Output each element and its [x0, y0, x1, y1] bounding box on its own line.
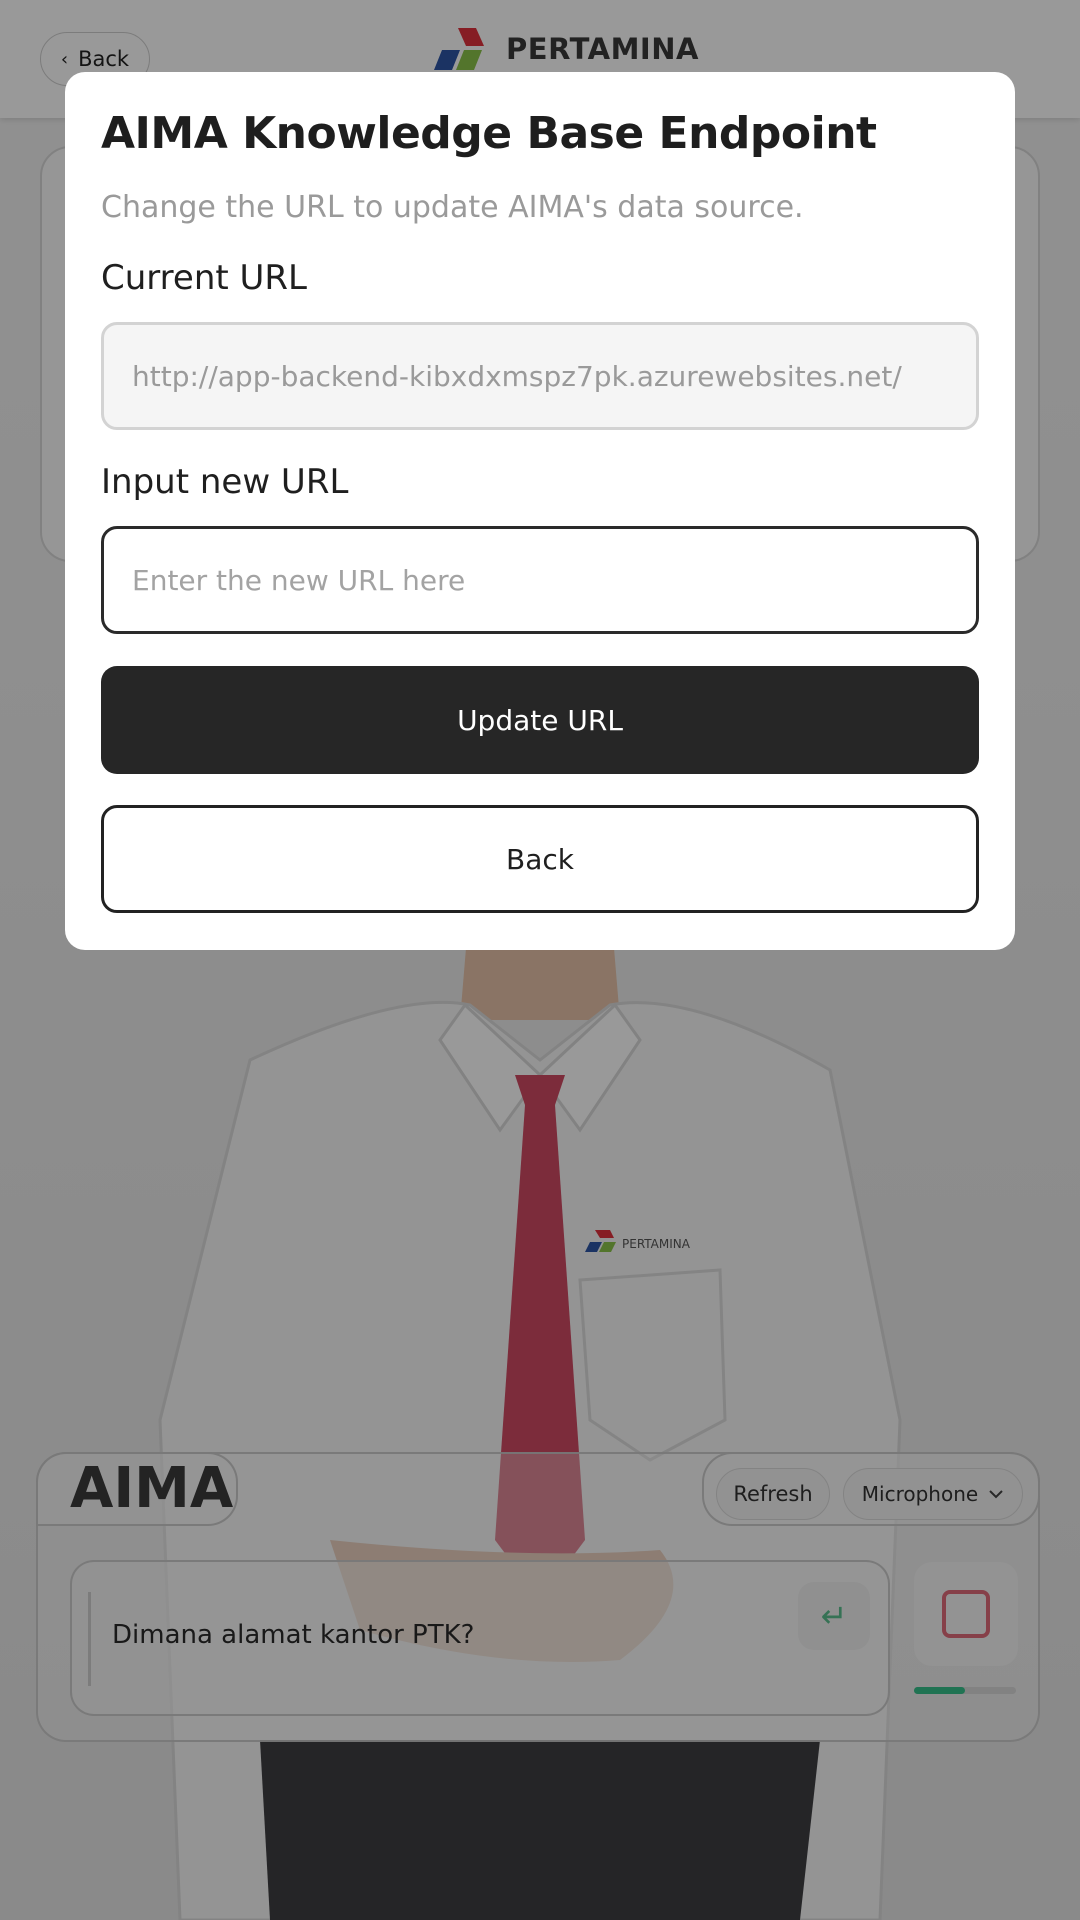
dialog-back-button[interactable]: Back [101, 805, 979, 913]
new-url-input[interactable] [101, 526, 979, 634]
dialog-title: AIMA Knowledge Base Endpoint [101, 108, 877, 159]
update-url-button[interactable]: Update URL [101, 666, 979, 774]
current-url-field: http://app-backend-kibxdxmspz7pk.azurewe… [101, 322, 979, 430]
current-url-label: Current URL [101, 258, 307, 298]
endpoint-dialog: AIMA Knowledge Base Endpoint Change the … [65, 72, 1015, 950]
dialog-subtitle: Change the URL to update AIMA's data sou… [101, 190, 804, 225]
new-url-label: Input new URL [101, 462, 349, 502]
